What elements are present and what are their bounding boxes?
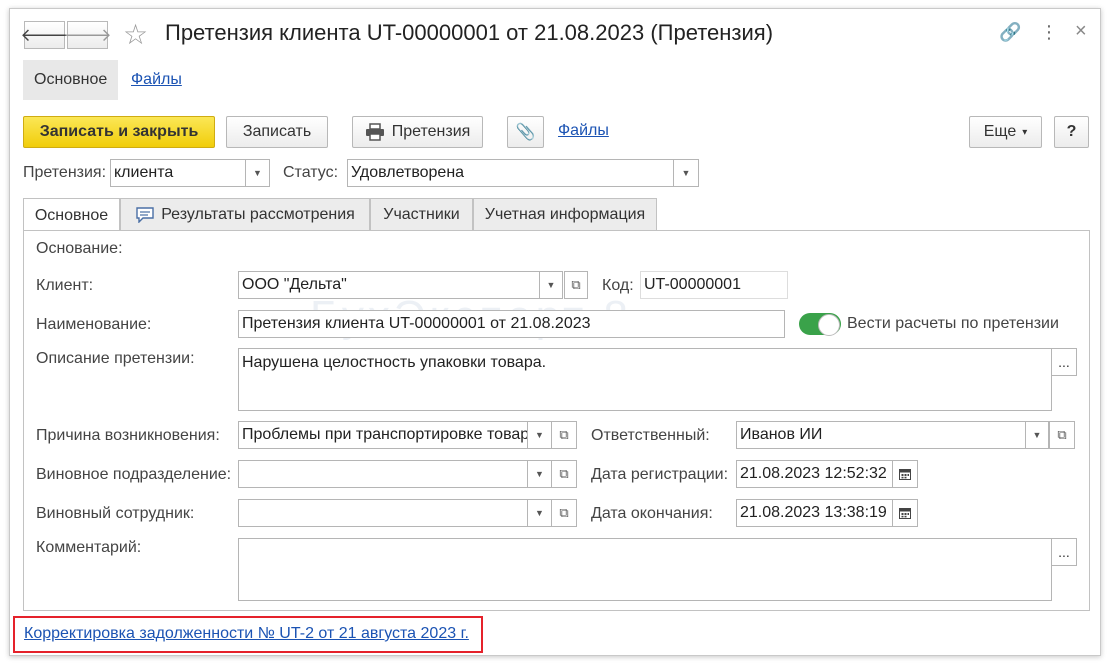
forward-button[interactable]: 🡒 <box>63 21 112 49</box>
comment-field[interactable] <box>238 538 1052 601</box>
responsible-dropdown-icon[interactable]: ▼ <box>1025 421 1049 449</box>
responsible-open-icon[interactable]: ⧉ <box>1049 421 1075 449</box>
guilty-emp-field[interactable] <box>238 499 528 527</box>
save-and-close-button[interactable]: Записать и закрыть <box>23 116 215 148</box>
client-dropdown-icon[interactable]: ▼ <box>539 271 563 299</box>
more-menu-icon[interactable]: ⋮ <box>1040 22 1058 43</box>
end-date-calendar-icon[interactable] <box>892 499 918 527</box>
description-label: Описание претензии: <box>36 350 195 367</box>
highlight-box <box>13 616 483 653</box>
responsible-field[interactable]: Иванов ИИ <box>736 421 1026 449</box>
save-button[interactable]: Записать <box>226 116 328 148</box>
client-open-icon[interactable]: ⧉ <box>564 271 588 299</box>
tab-files-top[interactable]: Файлы <box>120 60 193 100</box>
page-title: Претензия клиента UT-00000001 от 21.08.2… <box>165 20 774 45</box>
code-label: Код: <box>602 277 634 294</box>
attach-button[interactable]: 📎 <box>507 116 544 148</box>
tab-main-top[interactable]: Основное <box>23 60 119 100</box>
guilty-dept-open-icon[interactable]: ⧉ <box>551 460 577 488</box>
guilty-dept-label: Виновное подразделение: <box>36 466 232 483</box>
tab-main-top-label: Основное <box>34 71 108 88</box>
help-button[interactable]: ? <box>1054 116 1089 148</box>
comment-select-button[interactable]: ... <box>1051 538 1077 566</box>
tab-participants[interactable]: Участники <box>370 198 473 231</box>
status-select[interactable]: Удовлетворена <box>347 159 674 187</box>
arrow-right-icon: 🡒 <box>63 24 112 45</box>
more-label: Еще <box>983 123 1017 140</box>
status-dropdown-icon[interactable]: ▼ <box>673 159 699 187</box>
reason-field[interactable]: Проблемы при транспортировке товара <box>238 421 528 449</box>
description-field[interactable]: Нарушена целостность упаковки товара. <box>238 348 1052 411</box>
guilty-dept-field[interactable] <box>238 460 528 488</box>
claim-window: 🡐 🡒 ☆ Претензия клиента UT-00000001 от 2… <box>9 8 1101 656</box>
tab-participants-label: Участники <box>383 206 460 223</box>
code-field[interactable]: UT-00000001 <box>640 271 788 299</box>
close-icon[interactable]: × <box>1075 20 1087 43</box>
name-label: Наименование: <box>36 316 152 333</box>
reg-date-calendar-icon[interactable] <box>892 460 918 488</box>
tab-main-label: Основное <box>34 206 109 224</box>
paperclip-icon: 📎 <box>515 124 536 141</box>
tab-files-top-label: Файлы <box>131 71 182 88</box>
settlements-toggle[interactable] <box>799 313 841 336</box>
print-claim-button[interactable]: Претензия <box>352 116 483 148</box>
guilty-emp-open-icon[interactable]: ⧉ <box>551 499 577 527</box>
settlements-label: Вести расчеты по претензии <box>847 315 1059 332</box>
tab-results-label: Результаты рассмотрения <box>161 206 355 223</box>
reason-label: Причина возникновения: <box>36 427 220 444</box>
responsible-label: Ответственный: <box>591 427 710 444</box>
claim-type-label: Претензия: <box>23 164 107 181</box>
end-date-label: Дата окончания: <box>591 505 713 522</box>
basis-label: Основание: <box>36 240 123 257</box>
files-link[interactable]: Файлы <box>558 122 609 140</box>
back-button[interactable]: 🡐 <box>20 21 69 49</box>
name-field[interactable]: Претензия клиента UT-00000001 от 21.08.2… <box>238 310 785 338</box>
claim-type-select[interactable]: клиента <box>110 159 246 187</box>
tab-accounting-info-label: Учетная информация <box>484 206 646 223</box>
client-label: Клиент: <box>36 277 94 294</box>
claim-type-dropdown-icon[interactable]: ▼ <box>245 159 270 187</box>
link-icon[interactable]: 🔗 <box>999 22 1021 43</box>
arrow-left-icon: 🡐 <box>20 24 69 45</box>
calendar-icon <box>899 469 911 480</box>
client-field[interactable]: ООО "Дельта" <box>238 271 540 299</box>
comment-label: Комментарий: <box>36 539 142 556</box>
reg-date-label: Дата регистрации: <box>591 466 729 483</box>
print-claim-label: Претензия <box>391 123 471 140</box>
guilty-emp-label: Виновный сотрудник: <box>36 505 195 522</box>
tab-main[interactable]: Основное <box>23 198 120 232</box>
end-date-field[interactable]: 21.08.2023 13:38:19 <box>736 499 893 527</box>
star-icon[interactable]: ☆ <box>123 18 148 51</box>
reg-date-field[interactable]: 21.08.2023 12:52:32 <box>736 460 893 488</box>
guilty-emp-dropdown-icon[interactable]: ▼ <box>527 499 552 527</box>
calendar-icon <box>899 508 911 519</box>
guilty-dept-dropdown-icon[interactable]: ▼ <box>527 460 552 488</box>
comment-icon <box>136 207 154 223</box>
printer-icon <box>365 123 384 141</box>
more-button[interactable]: Еще ▾ <box>969 116 1042 148</box>
reason-dropdown-icon[interactable]: ▼ <box>527 421 552 449</box>
tab-results[interactable]: Результаты рассмотрения <box>120 198 370 231</box>
reason-open-icon[interactable]: ⧉ <box>551 421 577 449</box>
status-label: Статус: <box>283 164 339 181</box>
chevron-down-icon: ▾ <box>1022 126 1028 138</box>
description-select-button[interactable]: ... <box>1051 348 1077 376</box>
tab-accounting-info[interactable]: Учетная информация <box>473 198 657 231</box>
